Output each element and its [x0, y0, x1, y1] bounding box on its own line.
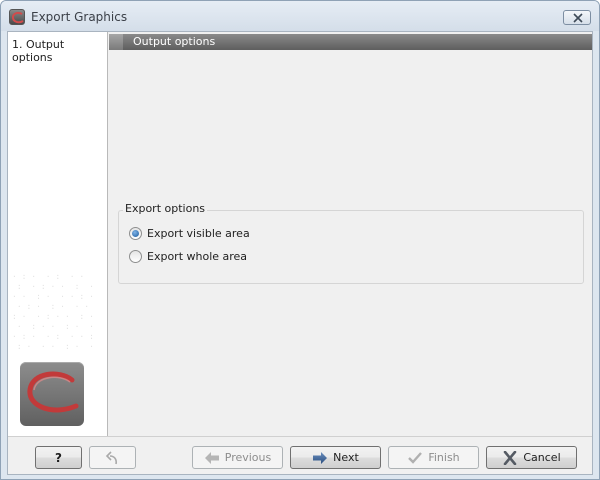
undo-button[interactable] — [89, 446, 136, 469]
help-button-label: ? — [55, 450, 62, 465]
section-header-marker — [109, 34, 123, 50]
previous-button[interactable]: Previous — [192, 446, 283, 469]
checkmark-icon — [408, 451, 423, 464]
export-visible-area-label[interactable]: Export visible area — [147, 227, 250, 240]
app-logo-icon — [9, 9, 25, 25]
arrow-left-icon — [204, 451, 219, 464]
wizard-content: Output options Export options Export vis… — [109, 32, 592, 436]
export-whole-area-option[interactable]: Export whole area — [129, 248, 247, 264]
cancel-button[interactable]: Cancel — [486, 446, 577, 469]
undo-arrow-icon — [105, 450, 117, 464]
close-button[interactable] — [563, 10, 591, 25]
window-title: Export Graphics — [31, 10, 128, 24]
export-options-label: Export options — [123, 202, 208, 215]
next-button-label: Next — [333, 451, 359, 464]
title-bar[interactable]: Export Graphics — [1, 1, 599, 31]
export-visible-area-radio[interactable] — [129, 226, 142, 240]
sidebar-step-output-options[interactable]: 1. Output options — [12, 38, 107, 64]
next-button[interactable]: Next — [290, 446, 381, 469]
section-header: Output options — [109, 34, 592, 50]
app-logo — [20, 362, 84, 426]
section-title: Output options — [133, 35, 216, 48]
export-whole-area-radio[interactable] — [129, 249, 142, 263]
dialog-body: 1. Output options · : · · : · · : · : · … — [7, 31, 593, 475]
button-bar: ? Previous Next Finish Cancel — [8, 436, 592, 474]
x-icon — [504, 450, 517, 465]
export-options-group — [118, 210, 584, 284]
dialog-window: Export Graphics 1. Output options · : · … — [0, 0, 600, 480]
arrow-right-icon — [313, 451, 328, 464]
wizard-sidebar: 1. Output options · : · · : · · : · : · … — [8, 32, 108, 436]
finish-button[interactable]: Finish — [388, 446, 479, 469]
export-visible-area-option[interactable]: Export visible area — [129, 225, 250, 241]
export-whole-area-label[interactable]: Export whole area — [147, 250, 247, 263]
cancel-button-label: Cancel — [523, 451, 561, 464]
close-icon — [573, 13, 583, 23]
previous-button-label: Previous — [224, 451, 272, 464]
help-button[interactable]: ? — [35, 446, 82, 469]
finish-button-label: Finish — [428, 451, 460, 464]
